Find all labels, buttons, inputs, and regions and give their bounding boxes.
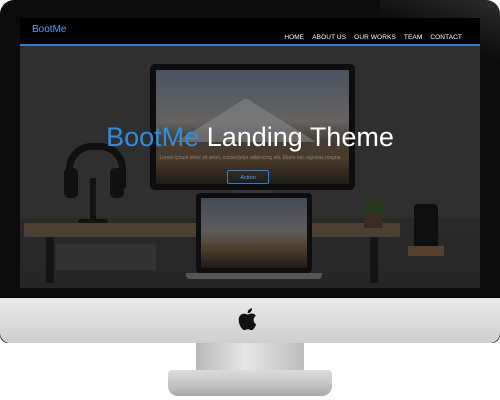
hero-title: BootMe Landing Theme	[20, 122, 480, 153]
nav-menu: HOME ABOUT US OUR WORKS TEAM CONTACT	[284, 26, 462, 44]
hero-title-rest: Landing Theme	[199, 122, 394, 152]
hero-title-accent: BootMe	[106, 122, 200, 152]
hero-background-photo	[20, 18, 480, 288]
monitor-stand-base	[168, 370, 332, 396]
nav-team[interactable]: TEAM	[404, 34, 422, 41]
hero-subtitle: Lorem ipsum dolor sit amet, consectetur …	[159, 155, 341, 161]
monitor-stand-neck	[196, 343, 304, 373]
navbar: BootMe HOME ABOUT US OUR WORKS TEAM CONT…	[20, 18, 480, 46]
monitor-bezel: BootMe HOME ABOUT US OUR WORKS TEAM CONT…	[0, 0, 500, 343]
imac-mockup: BootMe HOME ABOUT US OUR WORKS TEAM CONT…	[0, 0, 500, 400]
hero-action-button[interactable]: Action	[227, 170, 269, 184]
apple-icon	[238, 308, 257, 331]
nav-contact[interactable]: CONTACT	[430, 34, 462, 41]
nav-our-works[interactable]: OUR WORKS	[354, 34, 396, 41]
website-screen: BootMe HOME ABOUT US OUR WORKS TEAM CONT…	[20, 18, 480, 288]
brand-logo[interactable]: BootMe	[32, 24, 66, 35]
nav-about-us[interactable]: ABOUT US	[312, 34, 346, 41]
nav-home[interactable]: HOME	[284, 34, 304, 41]
hero-overlay	[20, 18, 480, 288]
